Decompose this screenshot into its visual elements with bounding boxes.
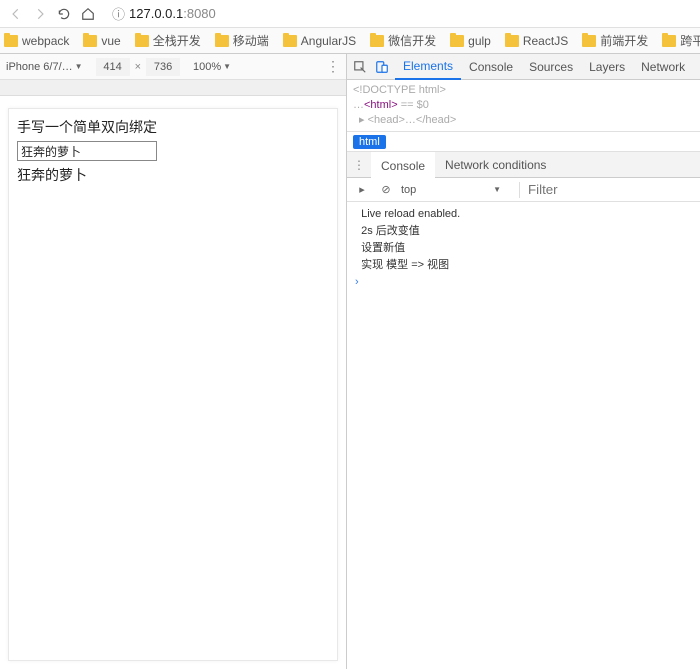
binding-input[interactable]	[17, 141, 157, 161]
console-line: Live reload enabled.	[355, 206, 700, 223]
height-input[interactable]	[146, 58, 180, 76]
emulated-viewport: 手写一个简单双向绑定 狂奔的萝卜	[8, 108, 338, 661]
bookmark-item[interactable]: 微信开发	[370, 32, 436, 49]
drawer-menu-button[interactable]: ⋮	[347, 158, 371, 172]
head-line[interactable]: ▸ <head>…</head>	[359, 113, 700, 128]
inspect-icon[interactable]	[351, 58, 369, 76]
folder-icon	[83, 35, 97, 47]
drawer-tabbar: ⋮ Console Network conditions	[347, 152, 700, 178]
binding-output: 狂奔的萝卜	[17, 165, 329, 185]
chevron-down-icon: ▼	[75, 62, 83, 71]
tab-layers[interactable]: Layers	[581, 54, 633, 80]
forward-button[interactable]	[28, 2, 52, 26]
devtools-tabbar: Elements Console Sources Layers Network …	[347, 54, 700, 80]
bookmark-item[interactable]: ReactJS	[505, 34, 568, 48]
tab-network[interactable]: Network	[633, 54, 693, 80]
width-input[interactable]	[96, 58, 130, 76]
bookmark-item[interactable]: gulp	[450, 34, 491, 48]
console-sidebar-toggle-icon[interactable]: ▸	[353, 181, 371, 199]
device-toolbar: iPhone 6/7/…▼ × 100%▼ ⋮	[0, 54, 346, 80]
device-toggle-icon[interactable]	[373, 58, 391, 76]
page-pane: iPhone 6/7/…▼ × 100%▼ ⋮ 手写一个简单双向绑定 狂奔的萝卜	[0, 54, 347, 669]
console-line: 实现 模型 => 视图	[355, 257, 700, 274]
html-line[interactable]: …<html> == $0	[353, 98, 700, 113]
tab-console[interactable]: Console	[461, 54, 521, 80]
main-split: iPhone 6/7/…▼ × 100%▼ ⋮ 手写一个简单双向绑定 狂奔的萝卜	[0, 54, 700, 669]
folder-icon	[662, 35, 676, 47]
chevron-down-icon: ▼	[493, 185, 501, 194]
folder-icon	[505, 35, 519, 47]
zoom-select[interactable]: 100%▼	[193, 61, 231, 73]
folder-icon	[582, 35, 596, 47]
console-filter-input[interactable]	[528, 182, 700, 197]
console-line: 2s 后改变值	[355, 223, 700, 240]
devtools-pane: Elements Console Sources Layers Network …	[347, 54, 700, 669]
ruler	[0, 80, 346, 96]
bookmark-item[interactable]: 移动端	[215, 32, 269, 49]
folder-icon	[135, 35, 149, 47]
bookmarks-bar: webpack vue 全栈开发 移动端 AngularJS 微信开发 gulp…	[0, 28, 700, 54]
reload-button[interactable]	[52, 2, 76, 26]
folder-icon	[450, 35, 464, 47]
console-toolbar: ▸ ⊘ top▼	[347, 178, 700, 202]
site-info-icon[interactable]: ⓘ	[112, 4, 125, 23]
device-menu-button[interactable]: ⋮	[326, 58, 340, 75]
tab-performance[interactable]: Perform	[693, 54, 700, 80]
viewport-wrap: 手写一个简单双向绑定 狂奔的萝卜	[0, 96, 346, 669]
bookmark-item[interactable]: 前端开发	[582, 32, 648, 49]
console-context-select[interactable]: top▼	[401, 184, 501, 196]
dimension-separator: ×	[135, 61, 141, 73]
elements-source[interactable]: <!DOCTYPE html> …<html> == $0 ▸ <head>…<…	[347, 80, 700, 132]
tab-sources[interactable]: Sources	[521, 54, 581, 80]
bookmark-item[interactable]: 全栈开发	[135, 32, 201, 49]
clear-console-icon[interactable]: ⊘	[377, 181, 395, 199]
console-line: 设置新值	[355, 240, 700, 257]
tab-elements[interactable]: Elements	[395, 54, 461, 80]
folder-icon	[215, 35, 229, 47]
bookmark-item[interactable]: AngularJS	[283, 34, 356, 48]
bookmark-item[interactable]: 跨平台开发平台	[662, 32, 700, 49]
chevron-down-icon: ▼	[223, 62, 231, 71]
folder-icon	[370, 35, 384, 47]
url-text: 127.0.0.1:8080	[129, 6, 216, 21]
bookmark-item[interactable]: webpack	[4, 34, 69, 48]
console-output[interactable]: Live reload enabled. 2s 后改变值 设置新值 实现 模型 …	[347, 202, 700, 669]
address-bar[interactable]: ⓘ 127.0.0.1:8080	[108, 3, 696, 25]
back-button[interactable]	[4, 2, 28, 26]
bookmark-item[interactable]: vue	[83, 34, 120, 48]
console-prompt[interactable]: ›	[355, 274, 700, 291]
elements-breadcrumb: html	[347, 132, 700, 152]
doctype-line: <!DOCTYPE html>	[353, 83, 700, 98]
folder-icon	[4, 35, 18, 47]
browser-toolbar: ⓘ 127.0.0.1:8080	[0, 0, 700, 28]
divider	[519, 182, 520, 198]
home-button[interactable]	[76, 2, 100, 26]
page-title: 手写一个简单双向绑定	[17, 117, 329, 137]
drawer-tab-console[interactable]: Console	[371, 152, 435, 178]
drawer-tab-network-conditions[interactable]: Network conditions	[435, 152, 556, 178]
folder-icon	[283, 35, 297, 47]
breadcrumb-html[interactable]: html	[353, 135, 386, 149]
device-select[interactable]: iPhone 6/7/…▼	[6, 61, 83, 73]
